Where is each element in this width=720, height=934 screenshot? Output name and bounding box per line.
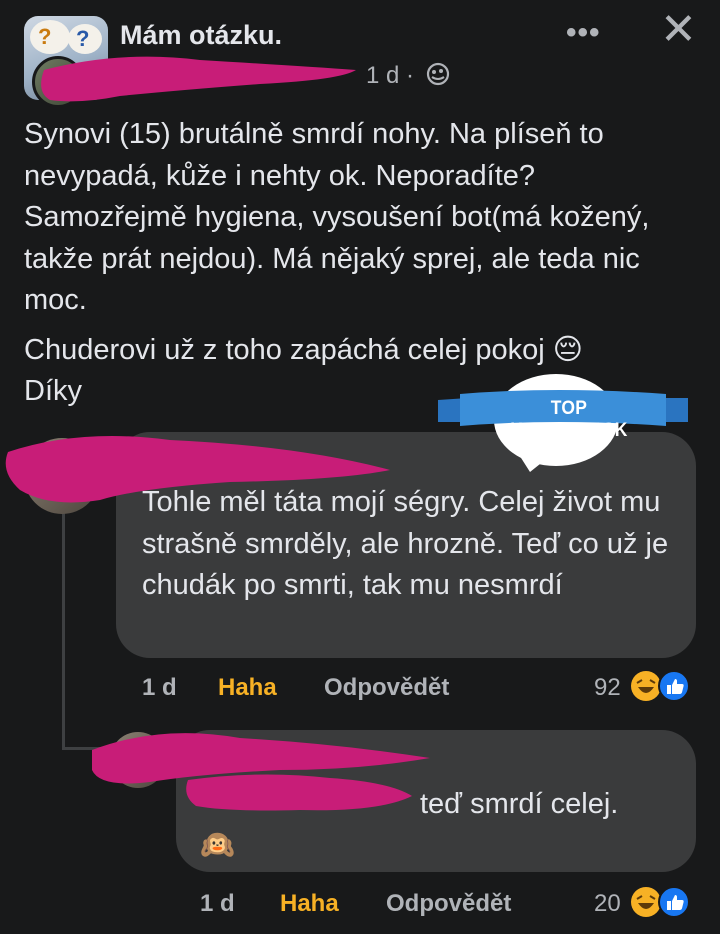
group-name[interactable]: Mám otázku. — [120, 20, 282, 51]
comment-time[interactable]: 1 d — [200, 890, 235, 917]
haha-reaction-button[interactable]: Haha — [280, 890, 339, 918]
post-paragraph: Synovi (15) brutálně smrdí nohy. Na plís… — [24, 118, 650, 316]
reaction-count[interactable]: 20 — [594, 890, 621, 918]
haha-icon — [631, 671, 661, 701]
reply-button[interactable]: Odpovědět — [324, 674, 449, 702]
poster-avatar[interactable] — [32, 56, 84, 108]
reaction-count[interactable]: 92 — [594, 674, 621, 702]
haha-reaction-button[interactable]: Haha — [218, 674, 277, 702]
watermark-text: TOP KOMENTY.SK — [510, 398, 628, 441]
more-options-icon[interactable]: ••• — [566, 16, 601, 50]
commenter-name[interactable] — [200, 744, 207, 773]
thread-connector — [62, 747, 108, 750]
comment-actions: 1 d Haha Odpovědět — [200, 890, 560, 918]
comment-time[interactable]: 1 d — [142, 674, 177, 701]
like-icon — [658, 670, 690, 702]
post-line: Chuderovi už z toho zapáchá celej pokoj … — [24, 333, 584, 366]
post-line: Díky — [24, 375, 82, 407]
commenter-name[interactable] — [142, 446, 149, 475]
reply-button[interactable]: Odpovědět — [386, 890, 511, 918]
close-icon[interactable]: ✕ — [660, 8, 697, 52]
comment-text: teď smrdí celej. — [420, 788, 619, 820]
reaction-icons[interactable] — [630, 886, 692, 918]
monkey-emoji: 🙉 — [200, 829, 235, 860]
thread-line — [62, 510, 65, 750]
haha-icon — [631, 887, 661, 917]
comment-actions: 1 d Haha Odpovědět — [142, 674, 502, 702]
post-timestamp[interactable]: 1 d · — [366, 62, 414, 90]
like-icon — [658, 886, 690, 918]
globe-icon — [426, 62, 450, 86]
commenter-avatar[interactable] — [24, 438, 100, 514]
comment-text: Tohle měl táta mojí ségry. Celej život m… — [142, 486, 669, 601]
commenter-avatar[interactable] — [110, 732, 166, 788]
reaction-icons[interactable] — [630, 670, 692, 702]
